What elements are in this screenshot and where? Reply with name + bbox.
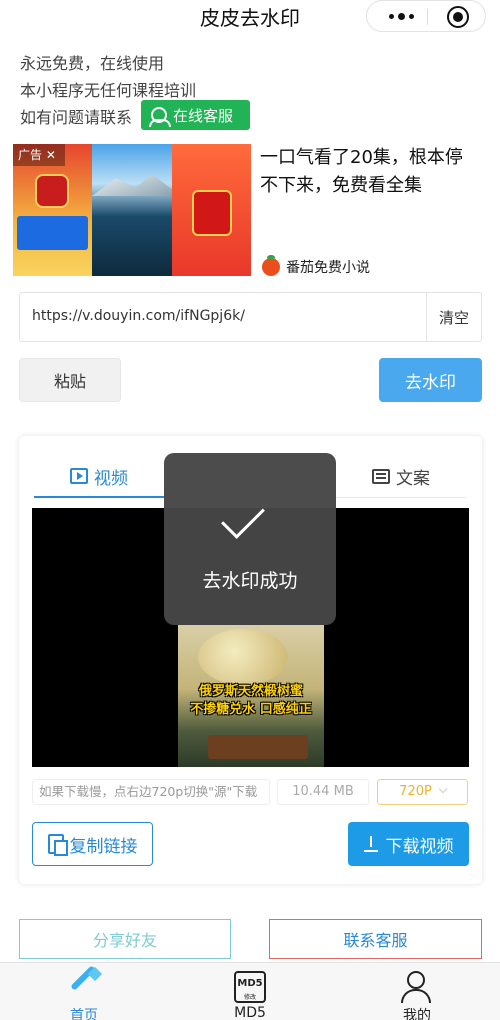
capsule-divider xyxy=(427,9,428,25)
ad-image-panel-2 xyxy=(92,144,172,276)
tab-copywriting[interactable]: 文案 xyxy=(336,456,466,498)
chevron-down-icon xyxy=(438,784,448,794)
intro-line-free: 永远免费，在线使用 xyxy=(20,54,165,73)
play-icon xyxy=(70,468,88,484)
toast-message: 去水印成功 xyxy=(202,570,298,592)
tabbar-item-mine[interactable]: 我的 xyxy=(367,963,467,1020)
check-icon xyxy=(221,495,265,539)
clear-button[interactable]: 清空 xyxy=(426,293,481,341)
remove-watermark-button[interactable]: 去水印 xyxy=(379,358,482,402)
download-video-label: 下载视频 xyxy=(385,836,454,857)
download-icon xyxy=(363,836,378,852)
ad-source[interactable]: 番茄免费小说 xyxy=(262,255,370,277)
tomato-icon xyxy=(262,255,280,276)
url-input[interactable]: https://v.douyin.com/ifNGpj6k/ xyxy=(32,308,245,324)
download-video-button[interactable]: 下载视频 xyxy=(348,822,469,866)
ad-image-panel-3 xyxy=(172,144,251,276)
md5-icon: MD5 修改 xyxy=(234,971,266,1003)
close-target-icon[interactable] xyxy=(447,6,469,28)
tab-copywriting-label: 文案 xyxy=(396,469,430,489)
quality-value: 720P xyxy=(399,784,432,799)
contact-service-button[interactable]: 联系客服 xyxy=(269,919,482,959)
quality-select[interactable]: 720P xyxy=(377,779,468,805)
file-size: 10.44 MB xyxy=(277,779,369,805)
tabbar-md5-label: MD5 xyxy=(234,1005,266,1020)
copy-link-label: 复制链接 xyxy=(69,836,138,857)
video-caption: 俄罗斯天然椴树蜜 不掺糖兑水 口感纯正 xyxy=(190,684,312,717)
copy-icon xyxy=(47,834,68,856)
online-service-label: 在线客服 xyxy=(173,106,234,125)
bottom-tabbar: 首页 MD5 修改 MD5 我的 xyxy=(0,962,500,1020)
paste-button[interactable]: 粘贴 xyxy=(19,358,121,402)
tabbar-item-home[interactable]: 首页 xyxy=(34,963,134,1020)
tabbar-item-md5[interactable]: MD5 修改 MD5 xyxy=(200,963,300,1020)
tabbar-mine-label: 我的 xyxy=(403,1008,431,1020)
video-frame: 俄罗斯天然椴树蜜 不掺糖兑水 口感纯正 xyxy=(178,625,324,767)
share-friends-button[interactable]: 分享好友 xyxy=(19,919,231,959)
navbar: 皮皮去水印 xyxy=(0,0,500,36)
user-icon xyxy=(407,971,425,989)
more-dots-icon[interactable] xyxy=(381,1,421,31)
download-hint: 如果下载慢，点右边720p切换"源"下载 xyxy=(32,779,270,805)
tabbar-home-label: 首页 xyxy=(70,1008,98,1020)
tab-video[interactable]: 视频 xyxy=(34,456,164,498)
url-input-box[interactable]: https://v.douyin.com/ifNGpj6k/ 清空 xyxy=(19,292,482,342)
mini-program-capsule xyxy=(366,0,486,32)
online-service-button[interactable]: 在线客服 xyxy=(141,100,250,130)
tab-video-label: 视频 xyxy=(94,468,128,489)
person-icon xyxy=(149,107,171,127)
ad-headline[interactable]: 一口气看了20集，根本停不下来，免费看全集 xyxy=(260,144,480,200)
success-toast: 去水印成功 xyxy=(164,453,336,625)
ad-badge: 广告 ✕ xyxy=(13,144,65,166)
document-icon xyxy=(372,469,390,484)
ad-source-label: 番茄免费小说 xyxy=(286,260,370,276)
copy-link-button[interactable]: 复制链接 xyxy=(32,822,153,866)
